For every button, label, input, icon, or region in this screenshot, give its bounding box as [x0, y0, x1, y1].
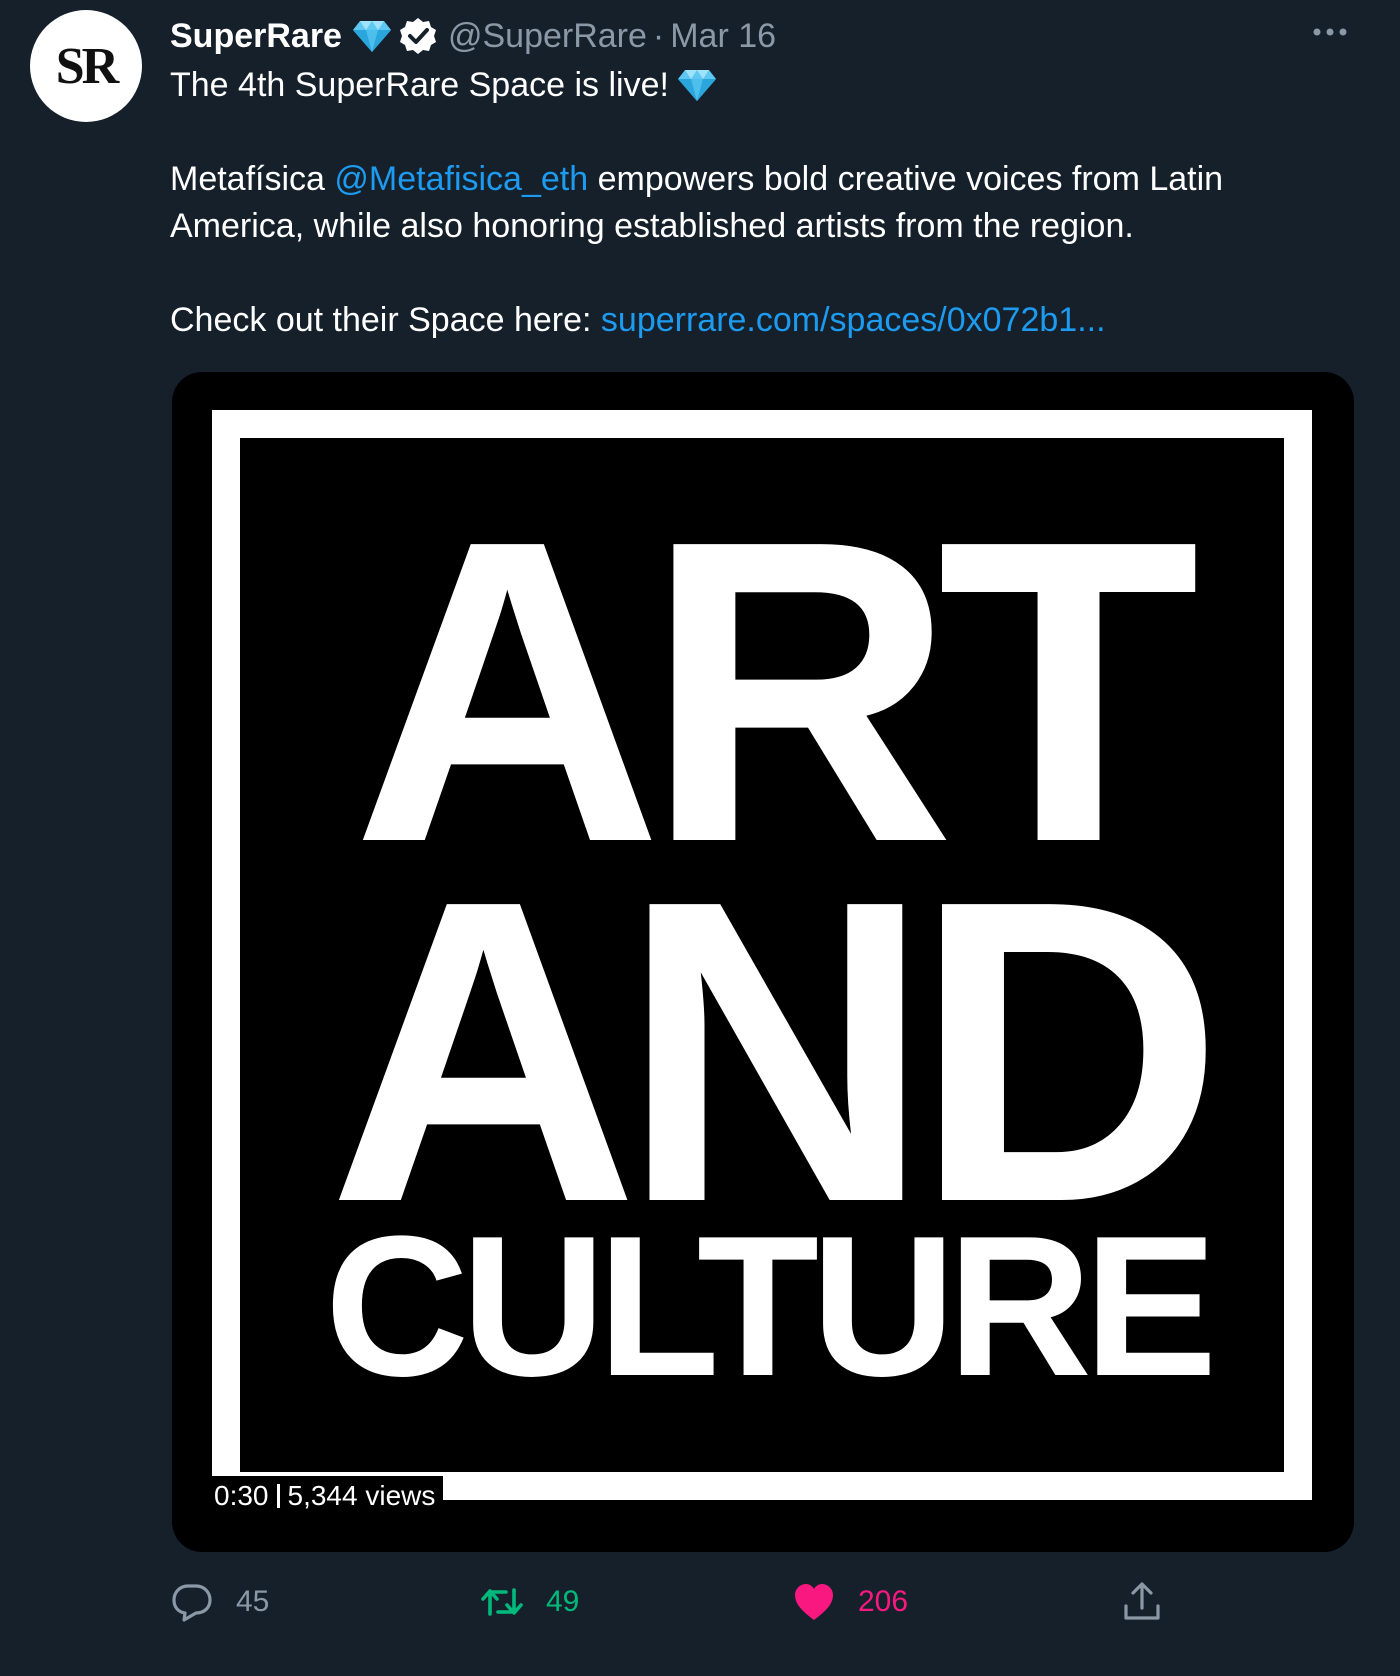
tweet-line-2: Metafísica @Metafisica_eth empowers bold… — [170, 156, 1370, 203]
like-count: 206 — [858, 1585, 909, 1618]
diamond-icon — [352, 21, 391, 52]
mention-link[interactable]: @Metafisica_eth — [334, 160, 588, 198]
tweet[interactable]: SR SuperRare @SuperRare · Mar 16 The 4th… — [0, 0, 1400, 1676]
tweet-line-3: America, while also honoring established… — [170, 207, 1134, 245]
space-url-link[interactable]: superrare.com/spaces/0x072b1... — [601, 301, 1106, 339]
video-duration: 0:30 — [214, 1480, 269, 1511]
artwork-text-and: AND — [328, 812, 1224, 1292]
diamond-icon — [677, 70, 716, 101]
tweet-line-4: Check out their Space here: superrare.co… — [170, 297, 1370, 344]
retweet-icon — [481, 1588, 523, 1616]
stats-divider — [276, 1484, 280, 1508]
tweet-text: The 4th SuperRare Space is live! Metafís… — [170, 62, 1370, 344]
line2-before: Metafísica — [170, 160, 335, 198]
retweet-button[interactable]: 49 — [480, 1580, 579, 1624]
tweet-line-1-text: The 4th SuperRare Space is live! — [170, 66, 669, 104]
retweet-count: 49 — [546, 1585, 580, 1618]
reply-count: 45 — [236, 1585, 270, 1618]
reply-icon — [172, 1584, 212, 1622]
video-stats: 0:30 5,344 views — [206, 1476, 444, 1516]
line4-before: Check out their Space here: — [170, 301, 601, 339]
tweet-header: SuperRare @SuperRare · Mar 16 — [170, 14, 776, 58]
tweet-actions: 45 49 206 — [170, 1580, 1170, 1630]
tweet-line-1: The 4th SuperRare Space is live! — [170, 62, 1370, 109]
more-horizontal-icon[interactable] — [1310, 20, 1350, 44]
header-separator: · — [652, 16, 665, 55]
video-media[interactable]: ART AND CULTURE 0:30 5,344 views — [172, 372, 1354, 1552]
share-icon — [1124, 1582, 1160, 1620]
avatar-logo-text: SR — [55, 37, 120, 95]
heart-icon — [795, 1584, 833, 1620]
share-button[interactable] — [1120, 1580, 1164, 1624]
display-name[interactable]: SuperRare — [170, 17, 342, 56]
artwork-text-culture: CULTURE — [324, 1195, 1218, 1418]
tweet-date[interactable]: Mar 16 — [670, 17, 776, 56]
like-button[interactable]: 206 — [792, 1580, 908, 1624]
handle[interactable]: @SuperRare — [448, 17, 647, 56]
reply-button[interactable]: 45 — [170, 1580, 269, 1624]
video-views: 5,344 views — [287, 1480, 436, 1511]
avatar[interactable]: SR — [30, 10, 142, 122]
line2-after: empowers bold creative voices from Latin — [588, 160, 1224, 198]
verified-badge-icon — [399, 18, 436, 54]
